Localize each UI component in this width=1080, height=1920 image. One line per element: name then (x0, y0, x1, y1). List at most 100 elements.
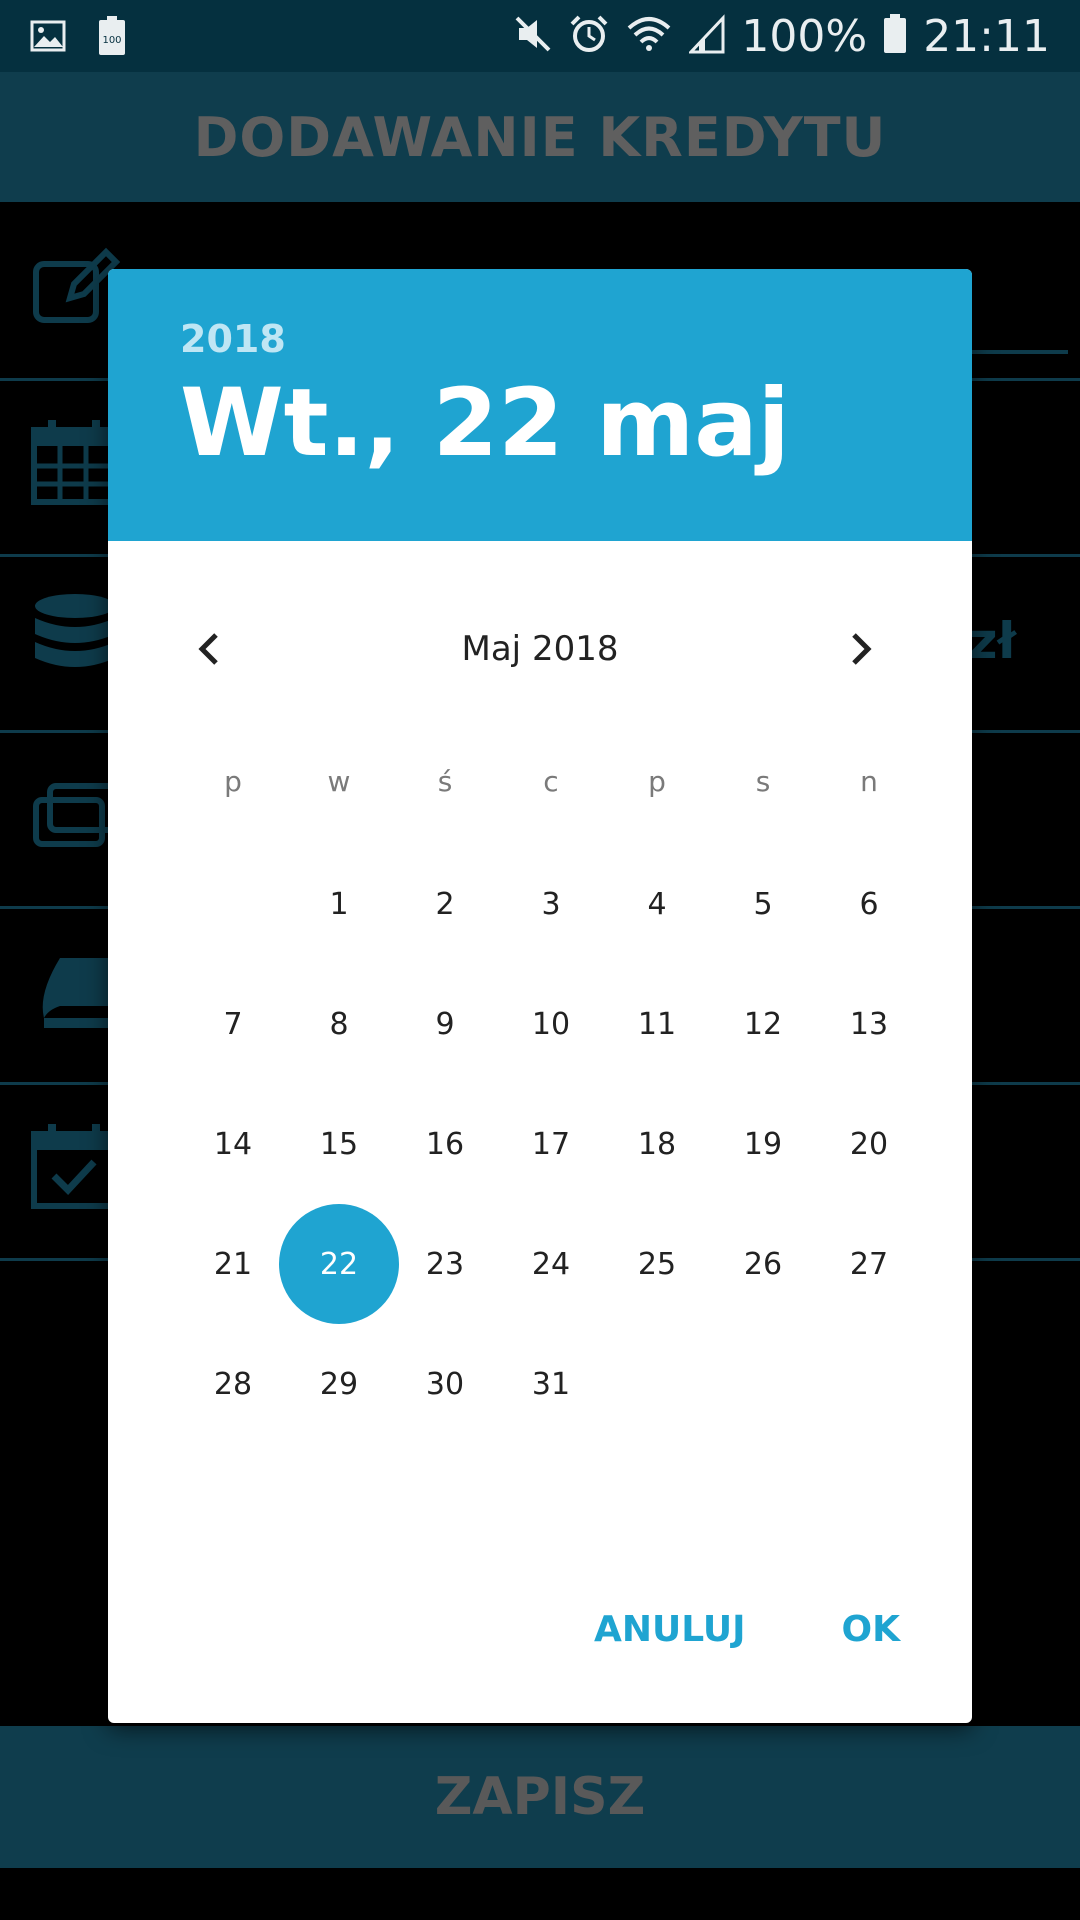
signal-icon (687, 13, 725, 59)
day-number: 23 (425, 1246, 465, 1282)
day-number: 21 (213, 1246, 253, 1282)
weekday-label: n (860, 765, 878, 798)
day-number: 6 (859, 886, 879, 922)
day-number: 29 (319, 1366, 359, 1402)
status-bar: 100 100% 21:11 (0, 0, 1080, 72)
day-number: 11 (637, 1006, 677, 1042)
calendar-day[interactable]: 23 (392, 1204, 498, 1324)
calendar-day[interactable]: 2 (392, 844, 498, 964)
calendar-week: 28 29 30 31 (180, 1324, 924, 1444)
next-month-button[interactable] (830, 619, 890, 679)
day-number: 15 (319, 1126, 359, 1162)
weekday-header: pwścpsn (180, 765, 924, 798)
day-number: 13 (849, 1006, 889, 1042)
calendar-icon (30, 416, 120, 506)
calendar-day[interactable]: 15 (286, 1084, 392, 1204)
calendar-week: 1 2 3 4 5 6 (180, 844, 924, 964)
calendar-day[interactable]: 1 (286, 844, 392, 964)
page-title: DODAWANIE KREDYTU (193, 105, 887, 169)
day-number: 17 (531, 1126, 571, 1162)
weekday-label: s (755, 765, 771, 798)
chevron-right-icon (852, 633, 872, 665)
alarm-icon (569, 14, 609, 59)
battery-percent: 100% (741, 10, 868, 62)
app-bar: DODAWANIE KREDYTU (0, 72, 1080, 202)
day-number: 8 (329, 1006, 349, 1042)
database-icon (30, 592, 120, 682)
save-label: ZAPISZ (434, 1767, 646, 1827)
cards-icon (30, 768, 120, 858)
day-number: 3 (541, 886, 561, 922)
weekday-label: p (648, 765, 666, 798)
book-icon (30, 944, 120, 1034)
day-number: 25 (637, 1246, 677, 1282)
calendar-day[interactable]: 29 (286, 1324, 392, 1444)
day-number: 5 (753, 886, 773, 922)
calendar-day[interactable]: 7 (180, 964, 286, 1084)
day-number: 22 (319, 1246, 359, 1282)
edit-icon (30, 240, 121, 330)
calendar-day[interactable]: 13 (816, 964, 922, 1084)
calendar-day[interactable]: 9 (392, 964, 498, 1084)
calendar-day[interactable]: 30 (392, 1324, 498, 1444)
calendar-day[interactable]: 17 (498, 1084, 604, 1204)
calendar-day[interactable]: 14 (180, 1084, 286, 1204)
ok-button[interactable]: OK (842, 1609, 901, 1650)
calendar-day[interactable]: 24 (498, 1204, 604, 1324)
calendar-day[interactable]: 8 (286, 964, 392, 1084)
calendar-day[interactable]: 26 (710, 1204, 816, 1324)
calendar-grid: 1 2 3 4 5 6 7 8 9 10 11 12 13 14 15 16 17 18 19 20 21 22 23 24 2… (180, 844, 924, 1444)
calendar-day[interactable]: 5 (710, 844, 816, 964)
calendar-empty-cell (816, 1324, 922, 1444)
day-number: 27 (849, 1246, 889, 1282)
weekday-label: ś (437, 765, 453, 798)
calendar-empty-cell (710, 1324, 816, 1444)
calendar-week: 14 15 16 17 18 19 20 (180, 1084, 924, 1204)
dialog-actions: ANULUJ OK (594, 1609, 900, 1650)
day-number: 7 (223, 1006, 243, 1042)
image-icon (30, 20, 66, 57)
day-number: 2 (435, 886, 455, 922)
calendar-week: 7 8 9 10 11 12 13 (180, 964, 924, 1084)
day-number: 26 (743, 1246, 783, 1282)
calendar-day[interactable]: 6 (816, 844, 922, 964)
day-number: 10 (531, 1006, 571, 1042)
mute-icon (513, 14, 553, 59)
clock: 21:11 (923, 10, 1050, 62)
calendar-day[interactable]: 12 (710, 964, 816, 1084)
calendar-day[interactable]: 3 (498, 844, 604, 964)
day-number: 14 (213, 1126, 253, 1162)
date-picker-dialog: 2018 Wt., 22 maj Maj 2018 pwścpsn 123456… (108, 269, 972, 1723)
calendar-check-icon (30, 1120, 120, 1210)
calendar-day[interactable]: 21 (180, 1204, 286, 1324)
amount-currency: zł (968, 612, 1016, 670)
selected-date[interactable]: Wt., 22 maj (180, 369, 790, 478)
calendar-day[interactable]: 4 (604, 844, 710, 964)
day-number: 16 (425, 1126, 465, 1162)
calendar-empty-cell (180, 844, 286, 964)
calendar-day[interactable]: 31 (498, 1324, 604, 1444)
selected-year[interactable]: 2018 (180, 317, 286, 361)
day-number: 1 (329, 886, 349, 922)
calendar-day[interactable]: 10 (498, 964, 604, 1084)
day-number: 30 (425, 1366, 465, 1402)
calendar-day[interactable]: 20 (816, 1084, 922, 1204)
day-number: 19 (743, 1126, 783, 1162)
day-number: 20 (849, 1126, 889, 1162)
calendar-day[interactable]: 18 (604, 1084, 710, 1204)
battery-icon (883, 13, 907, 59)
battery-100-icon: 100 (98, 16, 126, 61)
day-number: 12 (743, 1006, 783, 1042)
date-picker-header: 2018 Wt., 22 maj (108, 269, 972, 541)
save-button[interactable]: ZAPISZ (0, 1726, 1080, 1868)
day-number: 24 (531, 1246, 571, 1282)
calendar-day[interactable]: 25 (604, 1204, 710, 1324)
calendar-day[interactable]: 16 (392, 1084, 498, 1204)
calendar-day[interactable]: 27 (816, 1204, 922, 1324)
calendar-day[interactable]: 19 (710, 1084, 816, 1204)
calendar-day[interactable]: 28 (180, 1324, 286, 1444)
calendar-day-selected[interactable]: 22 (279, 1204, 399, 1324)
cancel-button[interactable]: ANULUJ (594, 1609, 746, 1650)
day-number: 4 (647, 886, 667, 922)
calendar-day[interactable]: 11 (604, 964, 710, 1084)
